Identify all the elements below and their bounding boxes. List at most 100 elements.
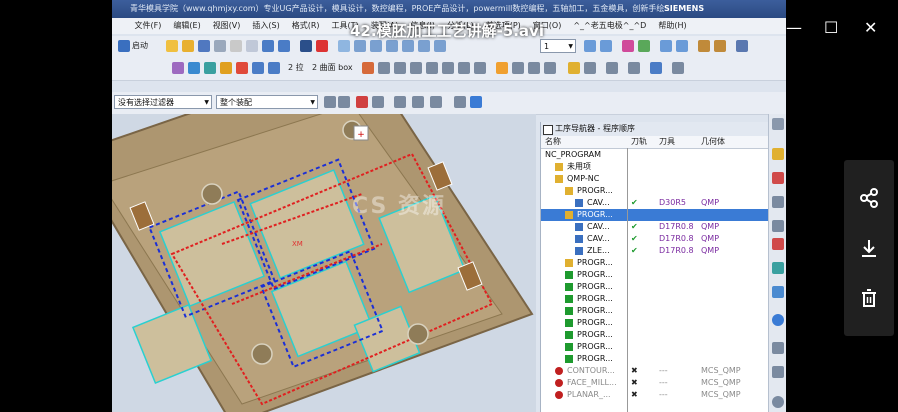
clock-icon[interactable]: [772, 396, 784, 408]
verify-toolpath-icon[interactable]: [268, 62, 280, 74]
create-geometry-icon[interactable]: [204, 62, 216, 74]
face-icon[interactable]: [606, 62, 618, 74]
graphics-viewport[interactable]: + XM CS 资源: [112, 114, 536, 412]
navigator-row[interactable]: PROGR...: [541, 269, 769, 281]
col-toolpath[interactable]: 刀轨: [631, 136, 647, 148]
rotate-icon[interactable]: [402, 40, 414, 52]
selection-icon[interactable]: [496, 62, 508, 74]
redo-icon[interactable]: [278, 40, 290, 52]
edge-icon[interactable]: [584, 62, 596, 74]
share-icon[interactable]: [859, 188, 879, 208]
menu-electrode[interactable]: ^_^老五电极^_^D: [567, 18, 652, 34]
print-icon[interactable]: [214, 40, 226, 52]
vector-icon[interactable]: [544, 62, 556, 74]
document-icon[interactable]: [772, 342, 784, 354]
roles-icon[interactable]: [772, 366, 784, 378]
navigator-row[interactable]: PROGR...: [541, 185, 769, 197]
snap-quadrant-icon[interactable]: [412, 96, 424, 108]
navigator-row[interactable]: 未用项: [541, 161, 769, 173]
open-file-icon[interactable]: [182, 40, 194, 52]
pan-icon[interactable]: [386, 40, 398, 52]
navigator-row[interactable]: PROGR...: [541, 329, 769, 341]
rectangle-icon[interactable]: [458, 62, 470, 74]
navigator-row[interactable]: PROGR...: [541, 281, 769, 293]
navigator-row[interactable]: PLANAR_... ✖ --- MCS_QMP: [541, 389, 769, 401]
menu-file[interactable]: 文件(F): [129, 18, 168, 34]
navigator-row[interactable]: CAV... ✔ D17R0.8 QMP: [541, 233, 769, 245]
sketch-icon[interactable]: [378, 62, 390, 74]
cube-icon[interactable]: [470, 96, 482, 108]
point-icon[interactable]: [528, 62, 540, 74]
copy-icon[interactable]: [246, 40, 258, 52]
history-icon[interactable]: [772, 262, 784, 274]
navigator-row[interactable]: CAV... ✔ D30R5 QMP: [541, 197, 769, 209]
measure-icon[interactable]: [584, 40, 596, 52]
circle-icon[interactable]: [474, 62, 486, 74]
navigator-row[interactable]: FACE_MILL... ✖ --- MCS_QMP: [541, 377, 769, 389]
part-navigator-icon[interactable]: [772, 196, 784, 208]
fit-view-icon[interactable]: [354, 40, 366, 52]
menu-view[interactable]: 视图(V): [207, 18, 247, 34]
navigator-row[interactable]: NC_PROGRAM: [541, 149, 769, 161]
snap-icon[interactable]: [600, 40, 612, 52]
generate-toolpath-icon[interactable]: [252, 62, 264, 74]
arc-icon[interactable]: [410, 62, 422, 74]
navigator-row[interactable]: PROGR...: [541, 305, 769, 317]
zoom-combo[interactable]: 1 ▼: [540, 39, 576, 53]
tools-icon[interactable]: [698, 40, 710, 52]
navigator-tab-icon[interactable]: [772, 148, 784, 160]
cut-icon[interactable]: [230, 40, 242, 52]
render-style-icon[interactable]: [434, 40, 446, 52]
navigator-pin-icon[interactable]: [543, 125, 553, 135]
scope-combo[interactable]: 整个装配 ▼: [216, 95, 318, 109]
line-icon[interactable]: [394, 62, 406, 74]
reuse-library-icon[interactable]: [772, 238, 784, 250]
gear-icon[interactable]: [772, 118, 784, 130]
col-geometry[interactable]: 几何体: [701, 136, 725, 148]
system-materials-icon[interactable]: [772, 314, 784, 326]
start-button-label[interactable]: 启动: [132, 40, 148, 51]
snap-center-icon[interactable]: [394, 96, 406, 108]
web-browser-icon[interactable]: [772, 286, 784, 298]
create-program-icon[interactable]: [172, 62, 184, 74]
navigator-row[interactable]: CONTOUR... ✖ --- MCS_QMP: [541, 365, 769, 377]
navigator-row[interactable]: PROGR...: [541, 257, 769, 269]
menu-help[interactable]: 帮助(H): [652, 18, 692, 34]
deselect-icon[interactable]: [338, 96, 350, 108]
undo-icon[interactable]: [262, 40, 274, 52]
snap-end-icon[interactable]: [356, 96, 368, 108]
delete-x-icon[interactable]: [316, 40, 328, 52]
surface-box-tool-label[interactable]: 2 曲面 box: [312, 62, 353, 73]
box-icon[interactable]: [362, 62, 374, 74]
create-method-icon[interactable]: [220, 62, 232, 74]
create-operation-icon[interactable]: [236, 62, 248, 74]
feature-icon[interactable]: [672, 62, 684, 74]
navigator-row[interactable]: PROGR...: [541, 317, 769, 329]
close-button[interactable]: ✕: [864, 18, 877, 37]
trim-icon[interactable]: [426, 62, 438, 74]
csys-icon[interactable]: [676, 40, 688, 52]
select-all-icon[interactable]: [324, 96, 336, 108]
component-icon[interactable]: [650, 62, 662, 74]
grid-icon[interactable]: [512, 62, 524, 74]
extrude-tool-label[interactable]: 2 拉: [288, 62, 304, 73]
maximize-button[interactable]: ☐: [824, 18, 838, 37]
layer-icon[interactable]: [338, 40, 350, 52]
view-section-icon[interactable]: [454, 96, 466, 108]
col-tool[interactable]: 刀具: [659, 136, 675, 148]
navigator-row[interactable]: ZLE... ✔ D17R0.8 QMP: [541, 245, 769, 257]
navigator-row[interactable]: PROGR...: [541, 293, 769, 305]
save-as-icon[interactable]: [300, 40, 312, 52]
help-icon[interactable]: [736, 40, 748, 52]
show-hide-icon[interactable]: [638, 40, 650, 52]
minimize-button[interactable]: —: [786, 18, 802, 37]
offset-icon[interactable]: [442, 62, 454, 74]
start-icon[interactable]: [118, 40, 130, 52]
box-select-icon[interactable]: [430, 96, 442, 108]
zoom-icon[interactable]: [370, 40, 382, 52]
analysis-icon[interactable]: [622, 40, 634, 52]
navigator-row[interactable]: PROGR...: [541, 209, 769, 221]
snap-mid-icon[interactable]: [372, 96, 384, 108]
download-icon[interactable]: [859, 238, 879, 258]
menu-format[interactable]: 格式(R): [286, 18, 326, 34]
